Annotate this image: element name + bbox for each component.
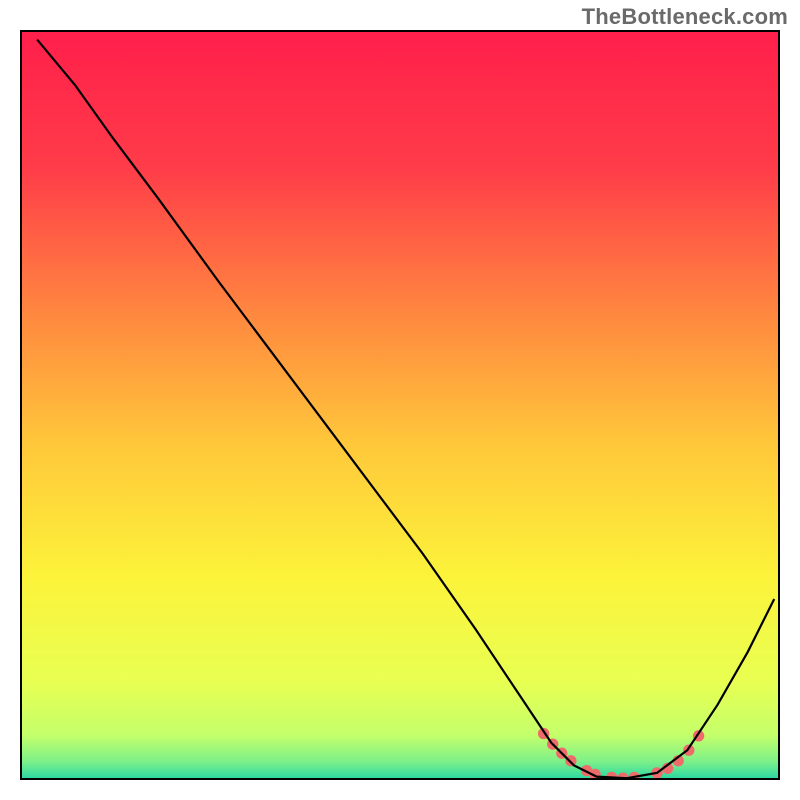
highlight-dot (606, 772, 617, 780)
highlight-dot (617, 773, 628, 780)
chart-frame: TheBottleneck.com (0, 0, 800, 800)
curve-layer (22, 32, 778, 780)
watermark-label: TheBottleneck.com (582, 4, 788, 30)
bottleneck-curve (37, 40, 774, 779)
plot-area (20, 30, 780, 780)
